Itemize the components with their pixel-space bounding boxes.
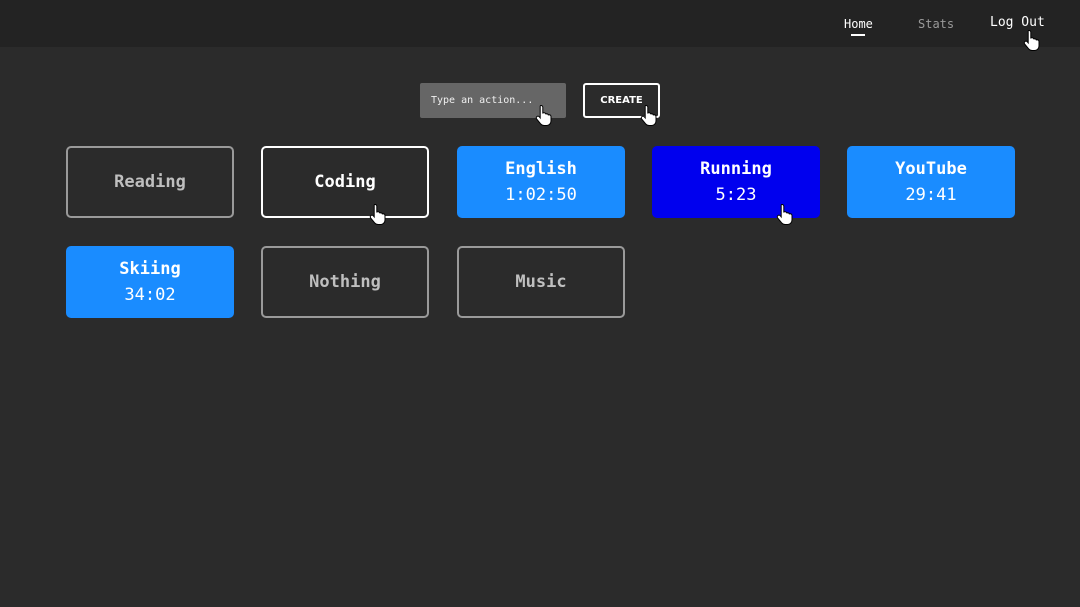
activity-name: Nothing [309,272,381,292]
nav-stats-link[interactable]: Stats [918,17,954,31]
activity-name: Music [515,272,567,292]
top-navigation-bar: Home Stats Log Out [0,0,1080,47]
create-button[interactable]: CREATE [583,83,660,118]
action-input[interactable] [420,83,566,118]
activity-timer: 1:02:50 [505,185,577,205]
activity-name: English [505,159,577,179]
activity-card-nothing[interactable]: Nothing [261,246,429,318]
activity-name: Reading [114,172,186,192]
activity-card-music[interactable]: Music [457,246,625,318]
activity-name: Skiing [119,259,181,279]
activity-card-skiing[interactable]: Skiing 34:02 [66,246,234,318]
nav-active-indicator [851,34,865,36]
activity-card-running[interactable]: Running 5:23 [652,146,820,218]
activity-name: Running [700,159,772,179]
logout-button[interactable]: Log Out [990,16,1045,30]
activity-card-reading[interactable]: Reading [66,146,234,218]
activity-name: Coding [314,172,376,192]
activity-card-youtube[interactable]: YouTube 29:41 [847,146,1015,218]
nav-home-link[interactable]: Home [844,17,873,31]
activity-timer: 29:41 [905,185,957,205]
activity-card-english[interactable]: English 1:02:50 [457,146,625,218]
activity-name: YouTube [895,159,967,179]
activity-card-coding[interactable]: Coding [261,146,429,218]
activity-timer: 5:23 [715,185,757,205]
activity-timer: 34:02 [124,285,176,305]
